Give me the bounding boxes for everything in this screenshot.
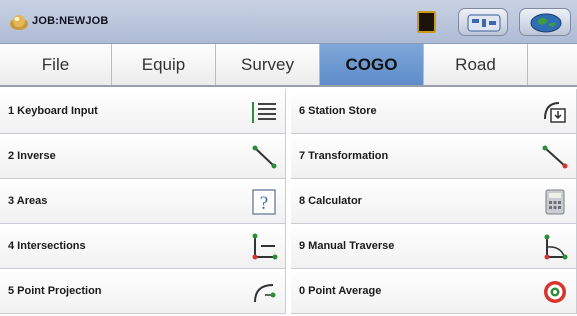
intersections-button[interactable]: 4 Intersections — [0, 224, 286, 269]
point-average-button[interactable]: 0 Point Average — [291, 269, 577, 314]
manual-traverse-icon — [540, 232, 570, 262]
status-square-icon[interactable] — [417, 11, 436, 33]
point-projection-button[interactable]: 5 Point Projection — [0, 269, 286, 314]
globe-button[interactable] — [519, 8, 571, 36]
command-label: 0 Point Average — [299, 285, 382, 297]
command-label: 2 Inverse — [8, 150, 56, 162]
calculator-button[interactable]: 8 Calculator — [291, 179, 577, 224]
inverse-button[interactable]: 2 Inverse — [0, 134, 286, 179]
tab-cogo[interactable]: COGO — [320, 44, 424, 85]
intersection-icon — [249, 232, 279, 262]
command-label: 7 Transformation — [299, 150, 389, 162]
tab-empty — [528, 44, 577, 85]
tab-file[interactable]: File — [0, 44, 112, 85]
transformation-line-icon — [540, 142, 570, 172]
areas-button[interactable]: 3 Areas ? — [0, 179, 286, 224]
command-label: 6 Station Store — [299, 105, 377, 117]
transformation-button[interactable]: 7 Transformation — [291, 134, 577, 179]
svg-text:?: ? — [260, 193, 268, 214]
command-label: 9 Manual Traverse — [299, 240, 395, 252]
keyboard-input-button[interactable]: 1 Keyboard Input — [0, 89, 286, 134]
station-store-icon — [540, 97, 570, 127]
question-mark-icon: ? — [249, 187, 279, 217]
command-label: 1 Keyboard Input — [8, 105, 98, 117]
command-label: 4 Intersections — [8, 240, 86, 252]
settings-icon — [467, 14, 501, 32]
tab-bar: File Equip Survey COGO Road — [0, 44, 577, 87]
tab-road[interactable]: Road — [424, 44, 528, 85]
keyboard-input-icon — [249, 97, 279, 127]
cogo-command-grid: 1 Keyboard Input 2 Inverse 3 Areas ? 4 I… — [0, 89, 577, 316]
app-logo-icon — [10, 15, 28, 30]
globe-icon — [530, 13, 562, 33]
settings-button[interactable] — [458, 8, 508, 36]
inverse-line-icon — [249, 142, 279, 172]
command-label: 8 Calculator — [299, 195, 362, 207]
command-label: 5 Point Projection — [8, 285, 102, 297]
job-title: JOB:NEWJOB — [32, 15, 109, 27]
tab-equip[interactable]: Equip — [112, 44, 216, 85]
point-average-icon — [540, 277, 570, 307]
point-projection-icon — [249, 277, 279, 307]
station-store-button[interactable]: 6 Station Store — [291, 89, 577, 134]
calculator-icon — [540, 187, 570, 217]
command-label: 3 Areas — [8, 195, 48, 207]
tab-survey[interactable]: Survey — [216, 44, 320, 85]
manual-traverse-button[interactable]: 9 Manual Traverse — [291, 224, 577, 269]
title-bar: JOB:NEWJOB — [0, 0, 577, 44]
